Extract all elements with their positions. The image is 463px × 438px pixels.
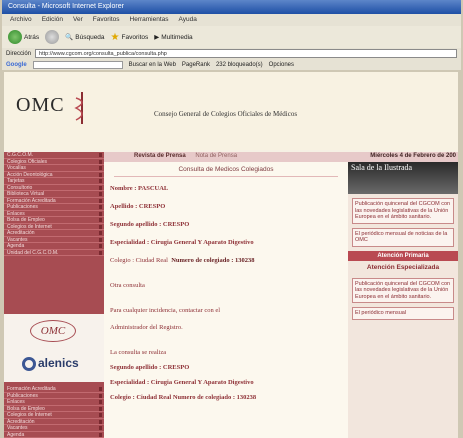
- otra-consulta-link[interactable]: Otra consulta: [104, 282, 348, 289]
- google-search-input[interactable]: [32, 60, 123, 69]
- atencion-primaria-header[interactable]: Atención Primaria: [348, 250, 458, 261]
- menu-bar: Archivo Edición Ver Favoritos Herramient…: [2, 14, 461, 26]
- field-segundo-apellido-2: Segundo apellido : CRESPO: [110, 364, 190, 371]
- address-label: Dirección: [6, 50, 32, 57]
- incidencia-text: Para cualquier incidencia, contactar con…: [110, 307, 221, 314]
- field-especialidad: Especialidad : Cirugia General Y Aparato…: [110, 239, 254, 246]
- address-input[interactable]: http://www.cgcom.org/consulta_publica/co…: [35, 49, 457, 58]
- news-bar: Revista de Prensa Nota de Prensa Miércol…: [104, 152, 458, 162]
- menu-archivo[interactable]: Archivo: [10, 16, 32, 24]
- address-bar: Dirección http://www.cgcom.org/consulta_…: [2, 48, 461, 59]
- partner-logos: OMC alenics: [4, 314, 104, 382]
- secondary-nav: Formación Acreditada Publicaciones Enlac…: [4, 386, 104, 438]
- menu-edicion[interactable]: Edición: [42, 16, 63, 24]
- star-icon: ★: [110, 31, 120, 43]
- menu-herramientas[interactable]: Herramientas: [130, 16, 169, 24]
- menu-ver[interactable]: Ver: [73, 16, 83, 24]
- google-logo: Google: [6, 61, 27, 68]
- field-especialidad-2: Especialidad : Cirugia General Y Aparato…: [110, 379, 254, 386]
- press-note-link[interactable]: Nota de Prensa: [195, 153, 237, 159]
- site-header: OMC Consejo General de Colegios Oficiale…: [4, 72, 458, 150]
- window-title: Consulta - Microsoft Internet Explorer: [8, 3, 124, 10]
- toolbar: Atrás 🔍 Búsqueda ★ Favoritos ▶ Multimedi…: [2, 26, 461, 48]
- administrador-text: Administrador del Registro.: [110, 324, 183, 331]
- caduceus-icon: [74, 92, 83, 124]
- ilustrada-banner[interactable]: Sala de la Ilustrada: [348, 162, 458, 194]
- field-colegio: Colegio : Ciudad Real Numero de colegiad…: [110, 257, 255, 264]
- back-arrow-icon: [8, 30, 22, 44]
- eu-newsletter-box[interactable]: Publicación quincenal del CGCOM con las …: [352, 198, 454, 224]
- google-toolbar: Google Buscar en la Web PageRank 232 blo…: [2, 59, 461, 70]
- field-apellido: Apellido : CRESPO: [110, 203, 166, 210]
- periodico-box-2[interactable]: El periódico mensual: [352, 307, 454, 320]
- menu-favoritos[interactable]: Favoritos: [93, 16, 120, 24]
- field-colegio-2: Colegio : Ciudad Real Numero de colegiad…: [110, 394, 257, 401]
- galenics-g-icon: [22, 356, 36, 371]
- consult-panel: Consulta de Medicos Colegiados Nombre : …: [104, 162, 348, 438]
- periodico-box[interactable]: El periódico mensual de noticias de la O…: [352, 227, 454, 247]
- consulta-realiza-text: La consulta se realiza: [110, 349, 167, 356]
- back-button[interactable]: Atrás: [8, 30, 39, 44]
- nav-item[interactable]: Agenda: [4, 432, 104, 438]
- forward-arrow-icon[interactable]: [45, 30, 60, 44]
- popup-blocked-label[interactable]: 232 bloqueado(s): [216, 62, 263, 68]
- web-page: OMC Consejo General de Colegios Oficiale…: [4, 72, 458, 438]
- eu-newsletter-box-2[interactable]: Publicación quincenal del CGCOM con las …: [352, 277, 454, 303]
- omc-logo[interactable]: OMC: [16, 94, 65, 117]
- menu-ayuda[interactable]: Ayuda: [179, 16, 197, 24]
- google-options-button[interactable]: Opciones: [269, 62, 294, 68]
- current-date: Miércoles 4 de Febrero de 200: [370, 153, 456, 159]
- multimedia-button[interactable]: ▶ Multimedia: [154, 33, 192, 42]
- primary-nav: C.G.C.O.M. Colegios Oficiales Vocalías A…: [4, 152, 104, 256]
- field-segundo-apellido: Segundo apellido : CRESPO: [110, 221, 190, 228]
- google-search-web-button[interactable]: Buscar en la Web: [129, 62, 176, 68]
- press-review-link[interactable]: Revista de Prensa: [134, 153, 186, 159]
- consult-title: Consulta de Medicos Colegiados: [114, 166, 338, 177]
- field-nombre: Nombre : PASCUAL: [110, 185, 169, 192]
- atencion-especializada-link[interactable]: Atención Especializada: [348, 261, 458, 274]
- favorites-button[interactable]: ★ Favoritos: [111, 32, 149, 43]
- media-icon: ▶: [154, 34, 160, 41]
- right-column: Sala de la Ilustrada Publicación quincen…: [348, 162, 458, 438]
- council-title: Consejo General de Colegios Oficiales de…: [154, 110, 298, 118]
- omc-small-logo[interactable]: OMC: [30, 320, 76, 342]
- window-title-bar: Consulta - Microsoft Internet Explorer: [2, 0, 461, 14]
- search-icon: 🔍: [65, 34, 74, 41]
- pagerank-label: PageRank: [181, 61, 210, 68]
- search-button[interactable]: 🔍 Búsqueda: [65, 33, 104, 42]
- nav-item[interactable]: Unidad del C.G.C.O.M.: [4, 250, 104, 256]
- galenics-logo[interactable]: alenics: [22, 356, 79, 371]
- left-sidebar: C.G.C.O.M. Colegios Oficiales Vocalías A…: [4, 152, 104, 438]
